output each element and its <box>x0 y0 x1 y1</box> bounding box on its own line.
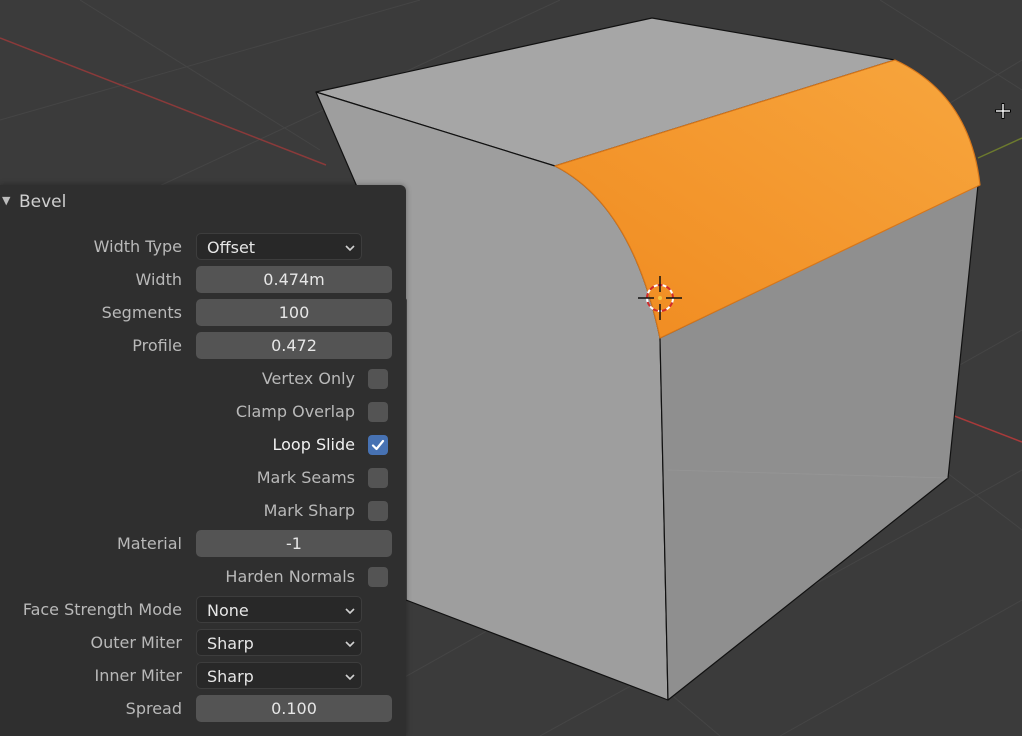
face-strength-mode-dropdown[interactable]: None <box>196 596 362 623</box>
outer-miter-label: Outer Miter <box>90 633 182 652</box>
width-type-dropdown[interactable]: Offset <box>196 233 362 260</box>
width-row: Width 0.474m <box>0 264 406 297</box>
chevron-down-icon <box>345 608 355 615</box>
spread-label: Spread <box>125 699 182 718</box>
width-label: Width <box>135 270 182 289</box>
mark-seams-label[interactable]: Mark Seams <box>257 468 355 487</box>
harden-normals-row: Harden Normals <box>0 561 406 594</box>
bevel-operator-panel: ▼ Bevel Width Type Offset Width 0.474m S… <box>0 185 406 736</box>
face-strength-mode-value: None <box>207 601 249 620</box>
inner-miter-dropdown[interactable]: Sharp <box>196 662 362 689</box>
profile-field[interactable]: 0.472 <box>196 332 392 359</box>
inner-miter-label: Inner Miter <box>94 666 182 685</box>
face-strength-mode-label: Face Strength Mode <box>22 600 182 619</box>
checkmark-icon <box>371 439 385 451</box>
clamp-overlap-label[interactable]: Clamp Overlap <box>236 402 355 421</box>
inner-miter-row: Inner Miter Sharp <box>0 660 406 693</box>
width-field[interactable]: 0.474m <box>196 266 392 293</box>
spread-row: Spread 0.100 <box>0 693 406 726</box>
material-row: Material -1 <box>0 528 406 561</box>
mark-seams-checkbox[interactable] <box>368 468 388 488</box>
loop-slide-row: Loop Slide <box>0 429 406 462</box>
clamp-overlap-checkbox[interactable] <box>368 402 388 422</box>
face-strength-mode-row: Face Strength Mode None <box>0 594 406 627</box>
vertex-only-row: Vertex Only <box>0 363 406 396</box>
vertex-only-label[interactable]: Vertex Only <box>262 369 355 388</box>
harden-normals-label[interactable]: Harden Normals <box>225 567 355 586</box>
crosshair-cursor-icon <box>995 103 1011 119</box>
inner-miter-value: Sharp <box>207 667 254 686</box>
mark-seams-row: Mark Seams <box>0 462 406 495</box>
profile-label: Profile <box>132 336 182 355</box>
segments-field[interactable]: 100 <box>196 299 392 326</box>
collapse-triangle-icon[interactable]: ▼ <box>2 194 10 207</box>
clamp-overlap-row: Clamp Overlap <box>0 396 406 429</box>
chevron-down-icon <box>345 641 355 648</box>
width-type-label: Width Type <box>93 237 182 256</box>
mark-sharp-checkbox[interactable] <box>368 501 388 521</box>
chevron-down-icon <box>345 245 355 252</box>
vertex-only-checkbox[interactable] <box>368 369 388 389</box>
mark-sharp-row: Mark Sharp <box>0 495 406 528</box>
outer-miter-row: Outer Miter Sharp <box>0 627 406 660</box>
outer-miter-dropdown[interactable]: Sharp <box>196 629 362 656</box>
panel-header[interactable]: ▼ Bevel <box>0 185 406 219</box>
profile-row: Profile 0.472 <box>0 330 406 363</box>
outer-miter-value: Sharp <box>207 634 254 653</box>
spread-field[interactable]: 0.100 <box>196 695 392 722</box>
width-type-value: Offset <box>207 238 256 257</box>
chevron-down-icon <box>345 674 355 681</box>
mark-sharp-label[interactable]: Mark Sharp <box>264 501 355 520</box>
loop-slide-checkbox[interactable] <box>368 435 388 455</box>
material-label: Material <box>117 534 182 553</box>
segments-label: Segments <box>101 303 182 322</box>
loop-slide-label[interactable]: Loop Slide <box>273 435 356 454</box>
panel-title: Bevel <box>19 192 67 212</box>
harden-normals-checkbox[interactable] <box>368 567 388 587</box>
segments-row: Segments 100 <box>0 297 406 330</box>
width-type-row: Width Type Offset <box>0 231 406 264</box>
material-field[interactable]: -1 <box>196 530 392 557</box>
